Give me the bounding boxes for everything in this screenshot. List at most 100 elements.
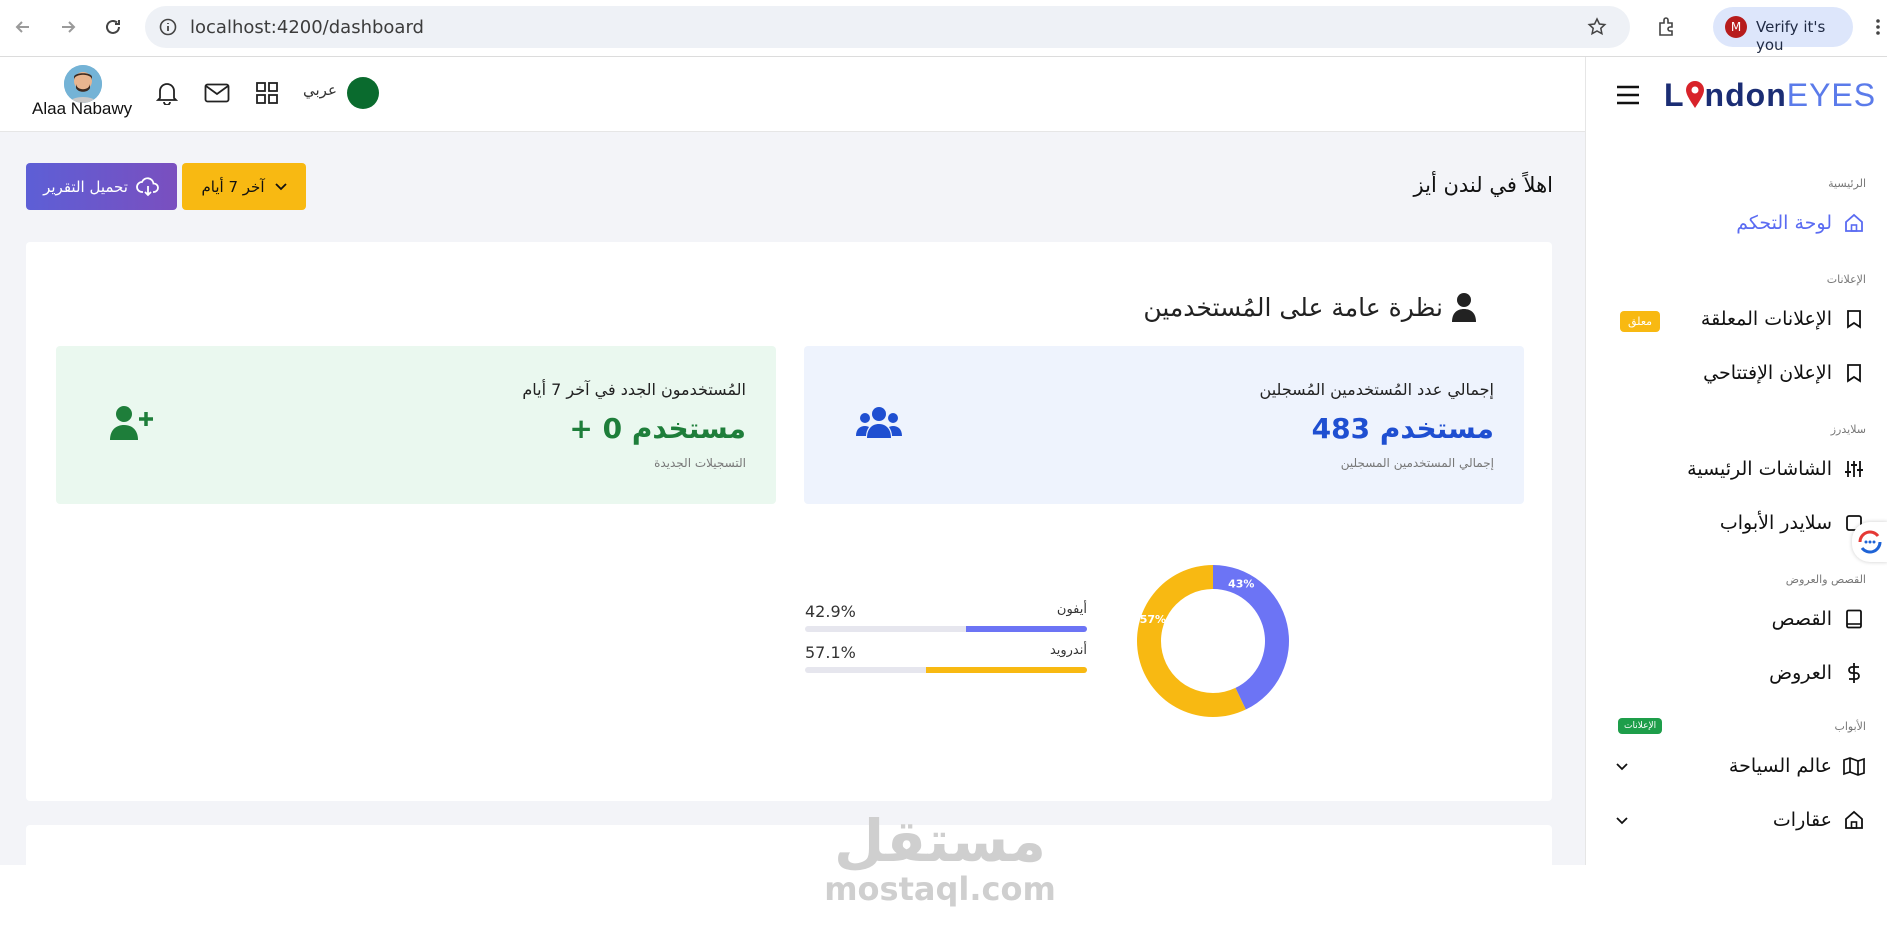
language-label[interactable]: عربي bbox=[303, 81, 337, 99]
overview-title-text: نظرة عامة على المُستخدمين bbox=[1143, 292, 1443, 322]
sidebar-item-label: عالم السياحة bbox=[1728, 755, 1832, 777]
donut-label-android: 57% bbox=[1140, 613, 1166, 626]
download-label: تحميل التقرير bbox=[43, 177, 128, 196]
total-users-sub: إجمالي المستخدمين المسجلين bbox=[1340, 456, 1494, 470]
sidebar: LndonEYES الرئيسية لوحة التحكم الإعلانات… bbox=[1585, 57, 1887, 940]
user-name[interactable]: Alaa Nabawy bbox=[32, 99, 132, 119]
browser-menu-icon[interactable] bbox=[1876, 18, 1880, 36]
legend-pct-android: 57.1% bbox=[805, 643, 856, 662]
total-users-stat: إجمالي عدد المُستخدمين المُسجلين 483 مست… bbox=[804, 346, 1524, 504]
watermark-arabic: مستقل bbox=[833, 807, 1047, 875]
verify-identity-chip[interactable]: M Verify it's you bbox=[1713, 7, 1853, 54]
bookmark-icon bbox=[1842, 307, 1866, 331]
sidebar-item-stories[interactable]: القصص bbox=[1772, 603, 1866, 635]
users-overview-card: نظرة عامة على المُستخدمين إجمالي عدد الم… bbox=[26, 242, 1552, 801]
sidebar-item-tourism[interactable]: عالم السياحة bbox=[1729, 750, 1866, 782]
sidebar-item-label: الشاشات الرئيسية bbox=[1687, 458, 1832, 480]
legend-bar-iphone bbox=[966, 626, 1087, 632]
verify-label: Verify it's you bbox=[1756, 18, 1826, 54]
user-icon bbox=[1451, 292, 1477, 322]
download-report-button[interactable]: تحميل التقرير bbox=[26, 163, 177, 210]
menu-toggle-icon[interactable] bbox=[1616, 85, 1640, 105]
logo-part-ndon: ndon bbox=[1704, 77, 1787, 113]
app-header: Alaa Nabawy عربي bbox=[0, 57, 1585, 132]
sidebar-item-real-estate[interactable]: عقارات bbox=[1773, 804, 1866, 836]
address-bar[interactable]: localhost:4200/dashboard bbox=[145, 6, 1630, 48]
legend-name-iphone: أيفون bbox=[1056, 602, 1087, 617]
users-group-icon bbox=[856, 404, 902, 442]
section-title-main: الرئيسية bbox=[1828, 177, 1866, 190]
bookmark-icon bbox=[1842, 361, 1866, 385]
section-title-sections: الأبواب bbox=[1834, 720, 1867, 733]
sidebar-item-label: لوحة التحكم bbox=[1736, 212, 1832, 234]
new-users-stat: المُستخدمون الجدد في آخر 7 أيام + 0 مستخ… bbox=[56, 346, 776, 504]
sidebar-item-label: العروض bbox=[1769, 662, 1832, 684]
sidebar-item-offers[interactable]: العروض bbox=[1769, 657, 1866, 689]
sidebar-item-label: سلايدر الأبواب bbox=[1719, 512, 1832, 534]
legend-bar-android bbox=[925, 667, 1087, 673]
section-title-ads: الإعلانات bbox=[1826, 273, 1866, 286]
legend-bar-track bbox=[805, 667, 1087, 673]
chevron-down-icon bbox=[274, 182, 287, 191]
date-range-label: آخر 7 أيام bbox=[201, 177, 265, 196]
ads-badge: الإعلانات bbox=[1618, 718, 1663, 734]
pending-badge: معلق bbox=[1620, 311, 1661, 332]
sidebar-item-label: عقارات bbox=[1772, 809, 1832, 831]
dollar-icon bbox=[1842, 661, 1866, 685]
legend-row-iphone: أيفون 42.9% bbox=[805, 602, 1087, 642]
sidebar-item-sections-slider[interactable]: سلايدر الأبواب bbox=[1720, 507, 1866, 539]
location-pin-icon bbox=[1685, 81, 1705, 109]
url-text[interactable]: localhost:4200/dashboard bbox=[190, 17, 424, 38]
home-icon bbox=[1842, 211, 1866, 235]
date-range-dropdown[interactable]: آخر 7 أيام bbox=[182, 163, 306, 210]
chevron-down-icon[interactable] bbox=[1616, 763, 1628, 771]
bookmark-star-icon[interactable] bbox=[1587, 17, 1607, 37]
section-title-stories: القصص والعروض bbox=[1785, 573, 1866, 586]
logo-part-l: L bbox=[1664, 77, 1685, 113]
donut-label-iphone: 43% bbox=[1228, 578, 1254, 591]
total-users-label: إجمالي عدد المُستخدمين المُسجلين bbox=[1259, 380, 1494, 399]
legend-name-android: أندرويد bbox=[1049, 643, 1087, 658]
legend-pct-iphone: 42.9% bbox=[805, 602, 856, 621]
forward-icon[interactable] bbox=[55, 14, 81, 40]
chevron-down-icon[interactable] bbox=[1616, 817, 1628, 825]
sidebar-item-label: القصص bbox=[1771, 608, 1832, 630]
cloud-download-icon bbox=[136, 176, 160, 197]
apps-grid-icon[interactable] bbox=[256, 82, 278, 104]
map-icon bbox=[1842, 754, 1866, 778]
extensions-icon[interactable] bbox=[1656, 16, 1678, 38]
section-title-sliders: سلايدرز bbox=[1830, 423, 1866, 436]
site-info-icon[interactable] bbox=[159, 18, 177, 36]
watermark: مستقل mostaql.com bbox=[820, 810, 1060, 906]
new-users-label: المُستخدمون الجدد في آخر 7 أيام bbox=[522, 380, 746, 399]
new-users-sub: التسجيلات الجديدة bbox=[654, 456, 746, 470]
profile-avatar: M bbox=[1725, 16, 1747, 38]
platform-donut-chart: 43% 57% bbox=[1137, 565, 1289, 717]
sidebar-item-label: الإعلانات المعلقة bbox=[1700, 308, 1832, 330]
sliders-icon bbox=[1842, 457, 1866, 481]
home-icon bbox=[1842, 808, 1866, 832]
watermark-latin: mostaql.com bbox=[824, 870, 1056, 908]
browser-toolbar: localhost:4200/dashboard M Verify it's y… bbox=[0, 0, 1887, 57]
sidebar-item-pending-ads[interactable]: الإعلانات المعلقة bbox=[1701, 303, 1866, 335]
new-users-value: + 0 مستخدم bbox=[569, 412, 746, 445]
sidebar-item-label: الإعلان الإفتتاحي bbox=[1703, 362, 1832, 384]
chat-widget-icon[interactable] bbox=[1852, 522, 1887, 562]
total-users-value: 483 مستخدم bbox=[1311, 412, 1494, 445]
sidebar-item-opening-ad[interactable]: الإعلان الإفتتاحي bbox=[1703, 357, 1866, 389]
logo-part-eyes: EYES bbox=[1786, 77, 1877, 113]
back-icon[interactable] bbox=[10, 14, 36, 40]
user-avatar[interactable] bbox=[64, 65, 102, 103]
reload-icon[interactable] bbox=[100, 14, 126, 40]
user-plus-icon bbox=[108, 404, 154, 442]
book-icon bbox=[1842, 607, 1866, 631]
page-title: اهلاً في لندن أيز bbox=[1413, 173, 1553, 197]
notifications-bell-icon[interactable] bbox=[156, 81, 178, 105]
mail-icon[interactable] bbox=[204, 83, 230, 103]
legend-row-android: أندرويد 57.1% bbox=[805, 643, 1087, 683]
overview-title: نظرة عامة على المُستخدمين bbox=[1143, 292, 1477, 322]
saudi-flag-icon[interactable] bbox=[347, 77, 379, 109]
app-logo[interactable]: LndonEYES bbox=[1664, 77, 1876, 114]
sidebar-item-dashboard[interactable]: لوحة التحكم bbox=[1736, 207, 1866, 239]
sidebar-item-main-screens[interactable]: الشاشات الرئيسية bbox=[1687, 453, 1866, 485]
